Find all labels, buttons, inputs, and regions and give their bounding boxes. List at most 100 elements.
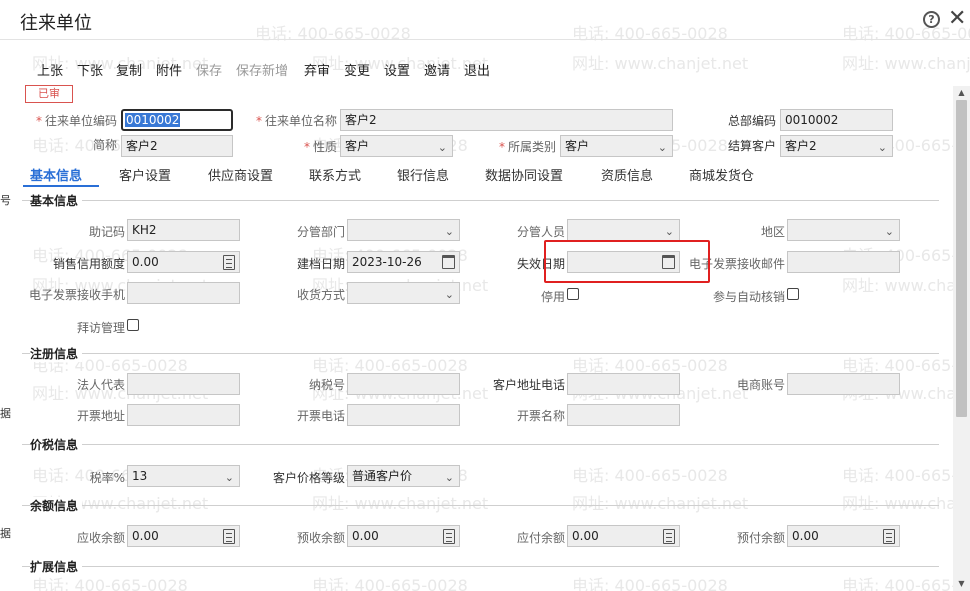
save-new-button[interactable]: 保存新增 <box>236 60 288 79</box>
invoice-phone-label: 开票电话 <box>296 409 345 423</box>
advance-paid-input[interactable]: 0.00 <box>787 525 900 547</box>
region-select[interactable]: ⌄ <box>787 219 900 241</box>
invoice-phone-input[interactable] <box>347 404 460 426</box>
tab-customer-settings[interactable]: 客户设置 <box>119 165 171 184</box>
einvoice-email-input[interactable] <box>787 251 900 273</box>
save-button[interactable]: 保存 <box>196 60 222 79</box>
change-button[interactable]: 变更 <box>344 60 370 79</box>
visit-mgmt-label: 拜访管理 <box>76 321 125 335</box>
chevron-down-icon: ⌄ <box>657 141 667 154</box>
scroll-down-arrow-icon[interactable]: ▼ <box>953 577 970 591</box>
calculator-icon[interactable] <box>663 529 675 544</box>
section-register-info: 注册信息 <box>22 345 939 362</box>
prev-button[interactable]: 上张 <box>37 60 63 79</box>
name-label: * 往来单位名称 <box>255 114 337 128</box>
invoice-name-label: 开票名称 <box>516 409 565 423</box>
ar-balance-input[interactable]: 0.00 <box>127 525 240 547</box>
code-input[interactable]: 0010002 <box>121 109 233 131</box>
vertical-scrollbar[interactable]: ▲ ▼ <box>953 86 970 591</box>
dept-label: 分管部门 <box>296 225 345 239</box>
settings-button[interactable]: 设置 <box>384 60 410 79</box>
visit-mgmt-checkbox[interactable] <box>127 319 139 331</box>
price-level-label: 客户价格等级 <box>272 471 345 485</box>
close-icon[interactable]: ✕ <box>948 6 966 32</box>
hq-code-input[interactable]: 0010002 <box>780 109 893 131</box>
calculator-icon[interactable] <box>443 529 455 544</box>
tab-bank-info[interactable]: 银行信息 <box>397 165 449 184</box>
background-fragment: 据 <box>0 407 11 420</box>
background-fragment: 据 <box>0 527 11 540</box>
tab-basic-info[interactable]: 基本信息 <box>30 165 82 184</box>
discard-approval-button[interactable]: 弃审 <box>304 60 330 79</box>
tax-rate-label: 税率% <box>89 471 125 485</box>
credit-limit-input[interactable]: 0.00 <box>127 251 240 273</box>
calculator-icon[interactable] <box>883 529 895 544</box>
nature-label: * 性质 <box>303 140 337 154</box>
category-select[interactable]: 客户 ⌄ <box>560 135 673 157</box>
advance-paid-label: 预付余额 <box>736 531 785 545</box>
invoice-address-input[interactable] <box>127 404 240 426</box>
calendar-icon[interactable] <box>442 255 455 269</box>
address-phone-input[interactable] <box>567 373 680 395</box>
disabled-label: 停用 <box>540 290 565 304</box>
section-title: 余额信息 <box>30 497 83 514</box>
name-input[interactable]: 客户2 <box>340 109 673 131</box>
tax-number-label: 纳税号 <box>308 378 345 392</box>
copy-button[interactable]: 复制 <box>116 60 142 79</box>
section-title: 注册信息 <box>30 345 83 362</box>
watermark: 网址: www.chanjet.net <box>842 276 970 295</box>
question-circle-icon[interactable]: ? <box>923 11 940 28</box>
status-badge: 已审 <box>25 85 73 103</box>
tab-bar: 基本信息 客户设置 供应商设置 联系方式 银行信息 数据协同设置 资质信息 商城… <box>0 162 940 188</box>
created-date-input[interactable]: 2023-10-26 <box>347 251 460 273</box>
ship-method-select[interactable]: ⌄ <box>347 282 460 304</box>
settle-customer-label: 结算客户 <box>727 139 776 153</box>
tab-qualification[interactable]: 资质信息 <box>601 165 653 184</box>
address-phone-label: 客户地址电话 <box>492 378 565 392</box>
title-bar: 往来单位 ? ✕ <box>0 0 970 40</box>
einvoice-phone-label: 电子发票接收手机 <box>28 288 125 302</box>
section-title: 基本信息 <box>30 192 83 209</box>
scroll-up-arrow-icon[interactable]: ▲ <box>953 86 970 100</box>
nature-select[interactable]: 客户 ⌄ <box>340 135 453 157</box>
watermark: 电话: 400-665-0028 <box>842 466 970 485</box>
ap-balance-input[interactable]: 0.00 <box>567 525 680 547</box>
ecom-account-input[interactable] <box>787 373 900 395</box>
advance-received-input[interactable]: 0.00 <box>347 525 460 547</box>
section-title: 价税信息 <box>30 436 83 453</box>
exit-button[interactable]: 退出 <box>464 60 490 79</box>
calculator-icon[interactable] <box>223 529 235 544</box>
section-basic-info: 基本信息 <box>22 192 939 209</box>
tab-supplier-settings[interactable]: 供应商设置 <box>208 165 273 184</box>
created-date-label: 建档日期 <box>296 257 345 271</box>
invoice-address-label: 开票地址 <box>76 409 125 423</box>
auto-verify-checkbox[interactable] <box>787 288 799 300</box>
tax-rate-select[interactable]: 13 ⌄ <box>127 465 240 487</box>
settle-customer-select[interactable]: 客户2 ⌄ <box>780 135 893 157</box>
category-label: * 所属类别 <box>498 140 556 154</box>
scrollbar-thumb[interactable] <box>956 100 967 417</box>
hq-code-label: 总部编码 <box>727 114 776 128</box>
legal-rep-label: 法人代表 <box>76 378 125 392</box>
price-level-select[interactable]: 普通客户价 ⌄ <box>347 465 460 487</box>
background-fragment: 号 <box>0 194 11 207</box>
disabled-checkbox[interactable] <box>567 288 579 300</box>
short-name-input[interactable]: 客户2 <box>121 135 233 157</box>
attach-button[interactable]: 附件 <box>156 60 182 79</box>
invoice-name-input[interactable] <box>567 404 680 426</box>
einvoice-phone-input[interactable] <box>127 282 240 304</box>
ar-balance-label: 应收余额 <box>76 531 125 545</box>
chevron-down-icon: ⌄ <box>884 225 894 238</box>
calculator-icon[interactable] <box>223 255 235 270</box>
staff-select[interactable]: ⌄ <box>567 219 680 241</box>
dept-select[interactable]: ⌄ <box>347 219 460 241</box>
invite-button[interactable]: 邀请 <box>424 60 450 79</box>
next-button[interactable]: 下张 <box>77 60 103 79</box>
tab-mall-warehouse[interactable]: 商城发货仓 <box>689 165 754 184</box>
chevron-down-icon: ⌄ <box>444 471 454 484</box>
legal-rep-input[interactable] <box>127 373 240 395</box>
tab-contact[interactable]: 联系方式 <box>309 165 361 184</box>
mnemonic-input[interactable]: KH2 <box>127 219 240 241</box>
tax-number-input[interactable] <box>347 373 460 395</box>
tab-data-sync[interactable]: 数据协同设置 <box>485 165 563 184</box>
